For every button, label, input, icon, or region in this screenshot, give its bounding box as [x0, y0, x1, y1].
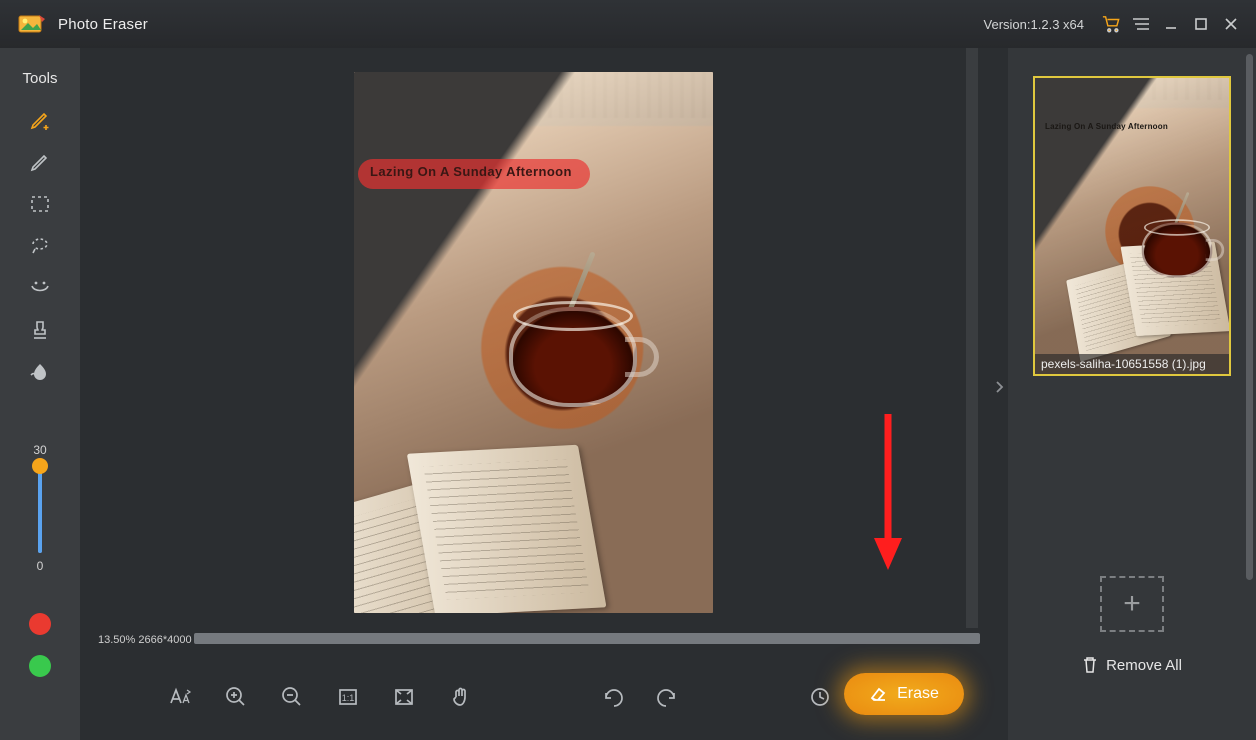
title-bar: Photo Eraser Version:1.2.3 x64 [0, 0, 1256, 48]
bottom-toolbar: 1:1 Erase [80, 658, 1008, 740]
svg-text:1:1: 1:1 [342, 693, 355, 703]
tool-marquee-rect[interactable] [20, 184, 60, 224]
app-logo-icon [18, 12, 46, 36]
maximize-icon[interactable] [1186, 9, 1216, 39]
cart-icon[interactable] [1096, 9, 1126, 39]
brush-size-slider[interactable]: 30 0 [33, 443, 46, 573]
trash-icon [1082, 656, 1098, 674]
zoom-info: 13.50% 2666*4000 [98, 634, 192, 646]
color-swatch-green[interactable] [29, 655, 51, 677]
tool-pencil-plus[interactable] [20, 100, 60, 140]
actual-size-icon[interactable]: 1:1 [332, 681, 364, 713]
canvas-viewport[interactable]: Lazing On A Sunday Afternoon 13.50% 2666… [84, 48, 988, 658]
erase-button-label: Erase [897, 685, 939, 703]
brush-size-track[interactable] [38, 463, 42, 553]
thumbnail-watermark-text: Lazing On A Sunday Afternoon [1045, 122, 1168, 131]
brush-size-value: 30 [33, 443, 46, 457]
menu-icon[interactable] [1126, 9, 1156, 39]
add-image-dropzone[interactable]: + [1100, 576, 1164, 632]
thumbnail-item[interactable]: Lazing On A Sunday Afternoon pexels-sali… [1033, 76, 1231, 376]
app-title: Photo Eraser [58, 16, 148, 33]
tool-stamp[interactable] [20, 310, 60, 350]
minimize-icon[interactable] [1156, 9, 1186, 39]
zoom-in-icon[interactable] [220, 681, 252, 713]
brush-size-thumb[interactable] [32, 458, 48, 474]
panel-scrollbar[interactable] [1246, 54, 1253, 580]
tool-lasso[interactable] [20, 226, 60, 266]
tool-pencil[interactable] [20, 142, 60, 182]
fit-screen-icon[interactable] [388, 681, 420, 713]
zoom-out-icon[interactable] [276, 681, 308, 713]
erase-button[interactable]: Erase [844, 673, 964, 715]
remove-all-label: Remove All [1106, 657, 1182, 674]
version-label: Version:1.2.3 x64 [984, 17, 1084, 32]
center-panel: Lazing On A Sunday Afternoon 13.50% 2666… [80, 48, 1008, 740]
add-image-plus-icon: + [1123, 587, 1141, 621]
close-icon[interactable] [1216, 9, 1246, 39]
history-icon[interactable] [804, 681, 836, 713]
edited-image[interactable]: Lazing On A Sunday Afternoon [354, 72, 713, 613]
redo-icon[interactable] [652, 681, 684, 713]
text-scale-icon[interactable] [164, 681, 196, 713]
watermark-text: Lazing On A Sunday Afternoon [370, 164, 572, 179]
tool-smudge[interactable] [20, 352, 60, 392]
thumbnail-filename: pexels-saliha-10651558 (1).jpg [1035, 354, 1229, 374]
color-swatch-red[interactable] [29, 613, 51, 635]
eraser-icon [869, 686, 887, 702]
tools-panel: Tools 30 0 [0, 48, 80, 740]
remove-all-button[interactable]: Remove All [1082, 656, 1182, 674]
undo-icon[interactable] [596, 681, 628, 713]
tool-smile-lasso[interactable] [20, 268, 60, 308]
horizontal-scrollbar[interactable] [194, 633, 980, 644]
tools-title: Tools [22, 70, 57, 87]
panel-expand-icon[interactable] [994, 380, 1004, 399]
thumbnails-panel: Lazing On A Sunday Afternoon pexels-sali… [1008, 48, 1256, 740]
hand-icon[interactable] [444, 681, 476, 713]
brush-size-min: 0 [37, 559, 44, 573]
